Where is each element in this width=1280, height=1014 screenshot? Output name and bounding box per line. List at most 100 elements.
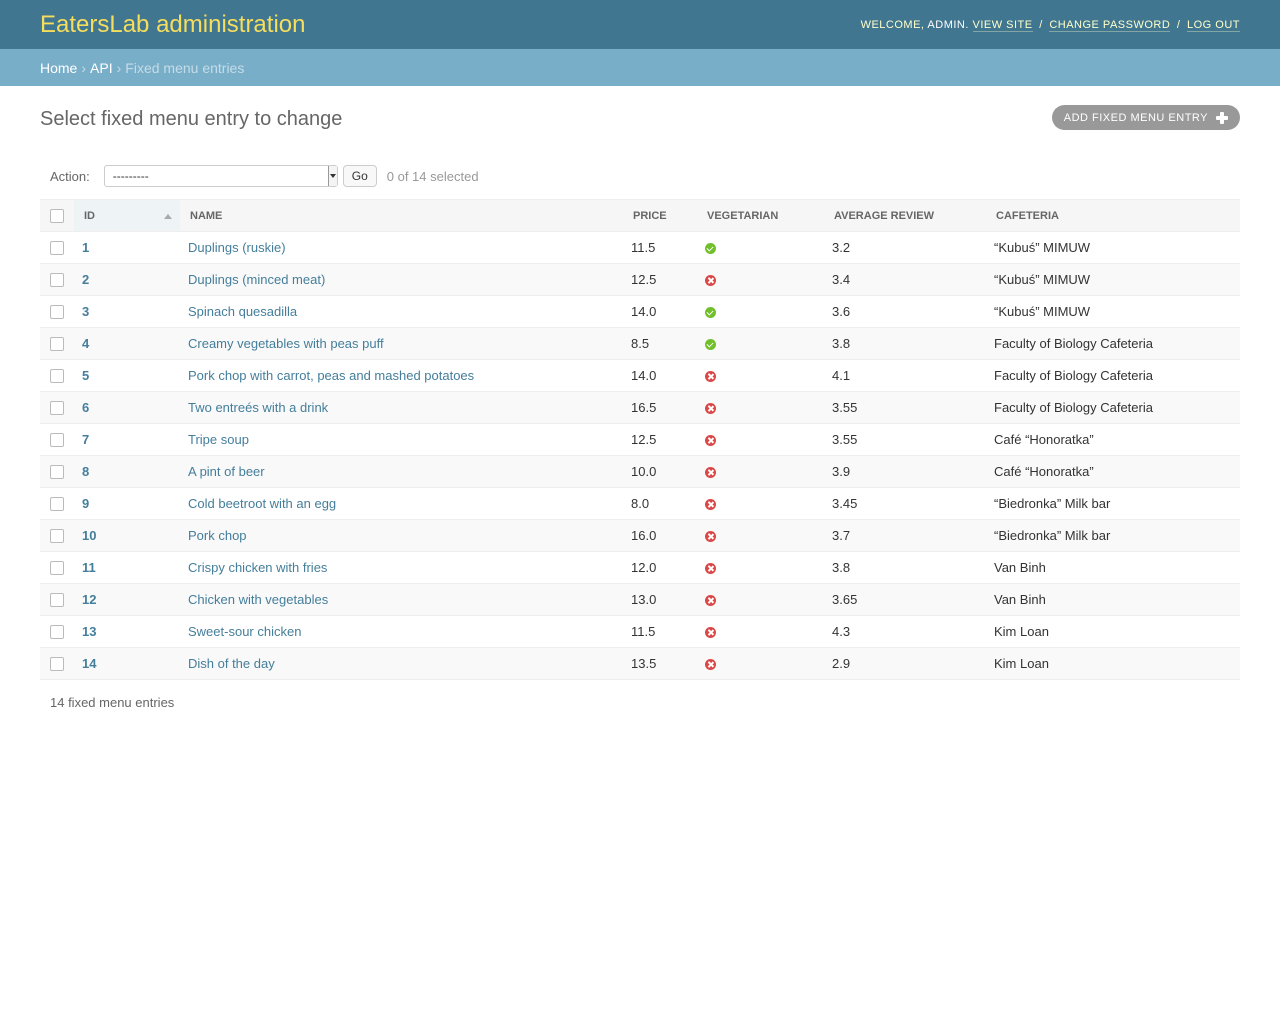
cell-average-review: 3.8 bbox=[824, 327, 986, 360]
row-id-link[interactable]: 4 bbox=[82, 336, 89, 351]
user-tools: Welcome, admin. View site / Change passw… bbox=[860, 18, 1240, 32]
row-checkbox[interactable] bbox=[50, 337, 64, 352]
row-name-link[interactable]: Sweet-sour chicken bbox=[188, 624, 301, 639]
column-header-id[interactable]: ID bbox=[74, 199, 180, 232]
cross-icon bbox=[705, 371, 716, 383]
row-checkbox[interactable] bbox=[50, 401, 64, 416]
row-id-link[interactable]: 5 bbox=[82, 368, 89, 383]
cell-name: Pork chop bbox=[180, 519, 623, 552]
breadcrumb-app[interactable]: API bbox=[90, 60, 113, 76]
row-name-link[interactable]: A pint of beer bbox=[188, 464, 265, 479]
column-header-cafeteria[interactable]: Cafeteria bbox=[986, 199, 1240, 232]
row-name-link[interactable]: Spinach quesadilla bbox=[188, 304, 297, 319]
cell-average-review: 3.4 bbox=[824, 263, 986, 296]
row-name-link[interactable]: Crispy chicken with fries bbox=[188, 560, 327, 575]
row-checkbox[interactable] bbox=[50, 273, 64, 288]
row-checkbox[interactable] bbox=[50, 305, 64, 320]
column-header-name[interactable]: Name bbox=[180, 199, 623, 232]
cell-average-review: 4.3 bbox=[824, 615, 986, 648]
row-name-link[interactable]: Cold beetroot with an egg bbox=[188, 496, 336, 511]
cell-price: 11.5 bbox=[623, 231, 697, 264]
row-id-link[interactable]: 8 bbox=[82, 464, 89, 479]
cell-vegetarian bbox=[697, 455, 824, 488]
table-row: 4 Creamy vegetables with peas puff 8.5 3.8 F… bbox=[40, 327, 1240, 360]
row-checkbox[interactable] bbox=[50, 657, 64, 672]
row-name-link[interactable]: Duplings (minced meat) bbox=[188, 272, 325, 287]
row-id-link[interactable]: 7 bbox=[82, 432, 89, 447]
cell-price: 8.0 bbox=[623, 487, 697, 520]
table-body: 1 Duplings (ruskie) 11.5 3.2 “Kubuś” MIMUW 2 D… bbox=[40, 231, 1240, 680]
cell-name: Duplings (minced meat) bbox=[180, 263, 623, 296]
cell-price: 11.5 bbox=[623, 615, 697, 648]
row-checkbox-cell bbox=[40, 359, 74, 392]
cell-id: 9 bbox=[74, 487, 180, 520]
cell-cafeteria: Café “Honoratka” bbox=[986, 455, 1240, 488]
add-fixed-menu-entry-button[interactable]: Add fixed menu entry bbox=[1051, 105, 1240, 130]
cell-id: 2 bbox=[74, 263, 180, 296]
row-name-link[interactable]: Chicken with vegetables bbox=[188, 592, 328, 607]
cell-vegetarian bbox=[697, 551, 824, 584]
cell-id: 11 bbox=[74, 551, 180, 584]
row-checkbox[interactable] bbox=[50, 625, 64, 640]
row-name-link[interactable]: Tripe soup bbox=[188, 432, 249, 447]
actions-bar: Action: --------- Go 0 of 14 selected bbox=[40, 162, 1240, 190]
row-checkbox[interactable] bbox=[50, 241, 64, 256]
cell-vegetarian bbox=[697, 327, 824, 360]
row-name-link[interactable]: Pork chop bbox=[188, 528, 247, 543]
cell-price: 14.0 bbox=[623, 359, 697, 392]
row-name-link[interactable]: Pork chop with carrot, peas and mashed p… bbox=[188, 368, 474, 383]
row-id-link[interactable]: 1 bbox=[82, 240, 89, 255]
cell-id: 12 bbox=[74, 583, 180, 616]
action-label: Action: bbox=[50, 168, 90, 184]
row-checkbox[interactable] bbox=[50, 465, 64, 480]
cell-name: Creamy vegetables with peas puff bbox=[180, 327, 623, 360]
cell-cafeteria: Faculty of Biology Cafeteria bbox=[986, 327, 1240, 360]
row-id-link[interactable]: 6 bbox=[82, 400, 89, 415]
row-id-link[interactable]: 13 bbox=[82, 624, 96, 639]
row-id-link[interactable]: 12 bbox=[82, 592, 96, 607]
go-button[interactable]: Go bbox=[342, 165, 377, 187]
row-name-link[interactable]: Creamy vegetables with peas puff bbox=[188, 336, 384, 351]
cell-average-review: 2.9 bbox=[824, 647, 986, 680]
row-checkbox[interactable] bbox=[50, 593, 64, 608]
cell-price: 8.5 bbox=[623, 327, 697, 360]
row-checkbox[interactable] bbox=[50, 433, 64, 448]
results-table: ID Name Price Vegetarian Average review … bbox=[40, 199, 1240, 680]
view-site-link[interactable]: View site bbox=[972, 18, 1033, 32]
row-name-link[interactable]: Two entreés with a drink bbox=[188, 400, 328, 415]
cell-cafeteria: Kim Loan bbox=[986, 615, 1240, 648]
sort-ascending-icon[interactable] bbox=[164, 214, 172, 219]
row-checkbox[interactable] bbox=[50, 561, 64, 576]
log-out-link[interactable]: Log out bbox=[1186, 18, 1240, 32]
row-checkbox[interactable] bbox=[50, 369, 64, 384]
row-name-link[interactable]: Dish of the day bbox=[188, 656, 275, 671]
breadcrumb-home[interactable]: Home bbox=[40, 60, 77, 76]
row-checkbox[interactable] bbox=[50, 529, 64, 544]
cell-price: 12.0 bbox=[623, 551, 697, 584]
site-branding[interactable]: EatersLab administration bbox=[40, 11, 305, 39]
action-select[interactable]: --------- bbox=[103, 165, 338, 187]
column-header-price[interactable]: Price bbox=[623, 199, 697, 232]
cell-name: Dish of the day bbox=[180, 647, 623, 680]
column-header-average-review[interactable]: Average review bbox=[824, 199, 986, 232]
row-id-link[interactable]: 10 bbox=[82, 528, 96, 543]
cell-vegetarian bbox=[697, 295, 824, 328]
plus-icon bbox=[1216, 111, 1228, 124]
cell-name: Spinach quesadilla bbox=[180, 295, 623, 328]
cross-icon bbox=[705, 595, 716, 607]
row-id-link[interactable]: 2 bbox=[82, 272, 89, 287]
select-all-checkbox[interactable] bbox=[50, 208, 64, 223]
row-name-link[interactable]: Duplings (ruskie) bbox=[188, 240, 286, 255]
row-id-link[interactable]: 14 bbox=[82, 656, 96, 671]
change-password-link[interactable]: Change password bbox=[1049, 18, 1171, 32]
selection-counter: 0 of 14 selected bbox=[386, 168, 479, 184]
row-checkbox[interactable] bbox=[50, 497, 64, 512]
row-id-link[interactable]: 11 bbox=[82, 560, 96, 575]
cell-cafeteria: Van Binh bbox=[986, 583, 1240, 616]
row-id-link[interactable]: 9 bbox=[82, 496, 89, 511]
table-row: 3 Spinach quesadilla 14.0 3.6 “Kubuś” MIMUW bbox=[40, 295, 1240, 328]
cell-cafeteria: “Kubuś” MIMUW bbox=[986, 295, 1240, 328]
column-header-vegetarian[interactable]: Vegetarian bbox=[697, 199, 824, 232]
row-id-link[interactable]: 3 bbox=[82, 304, 89, 319]
cell-name: Crispy chicken with fries bbox=[180, 551, 623, 584]
